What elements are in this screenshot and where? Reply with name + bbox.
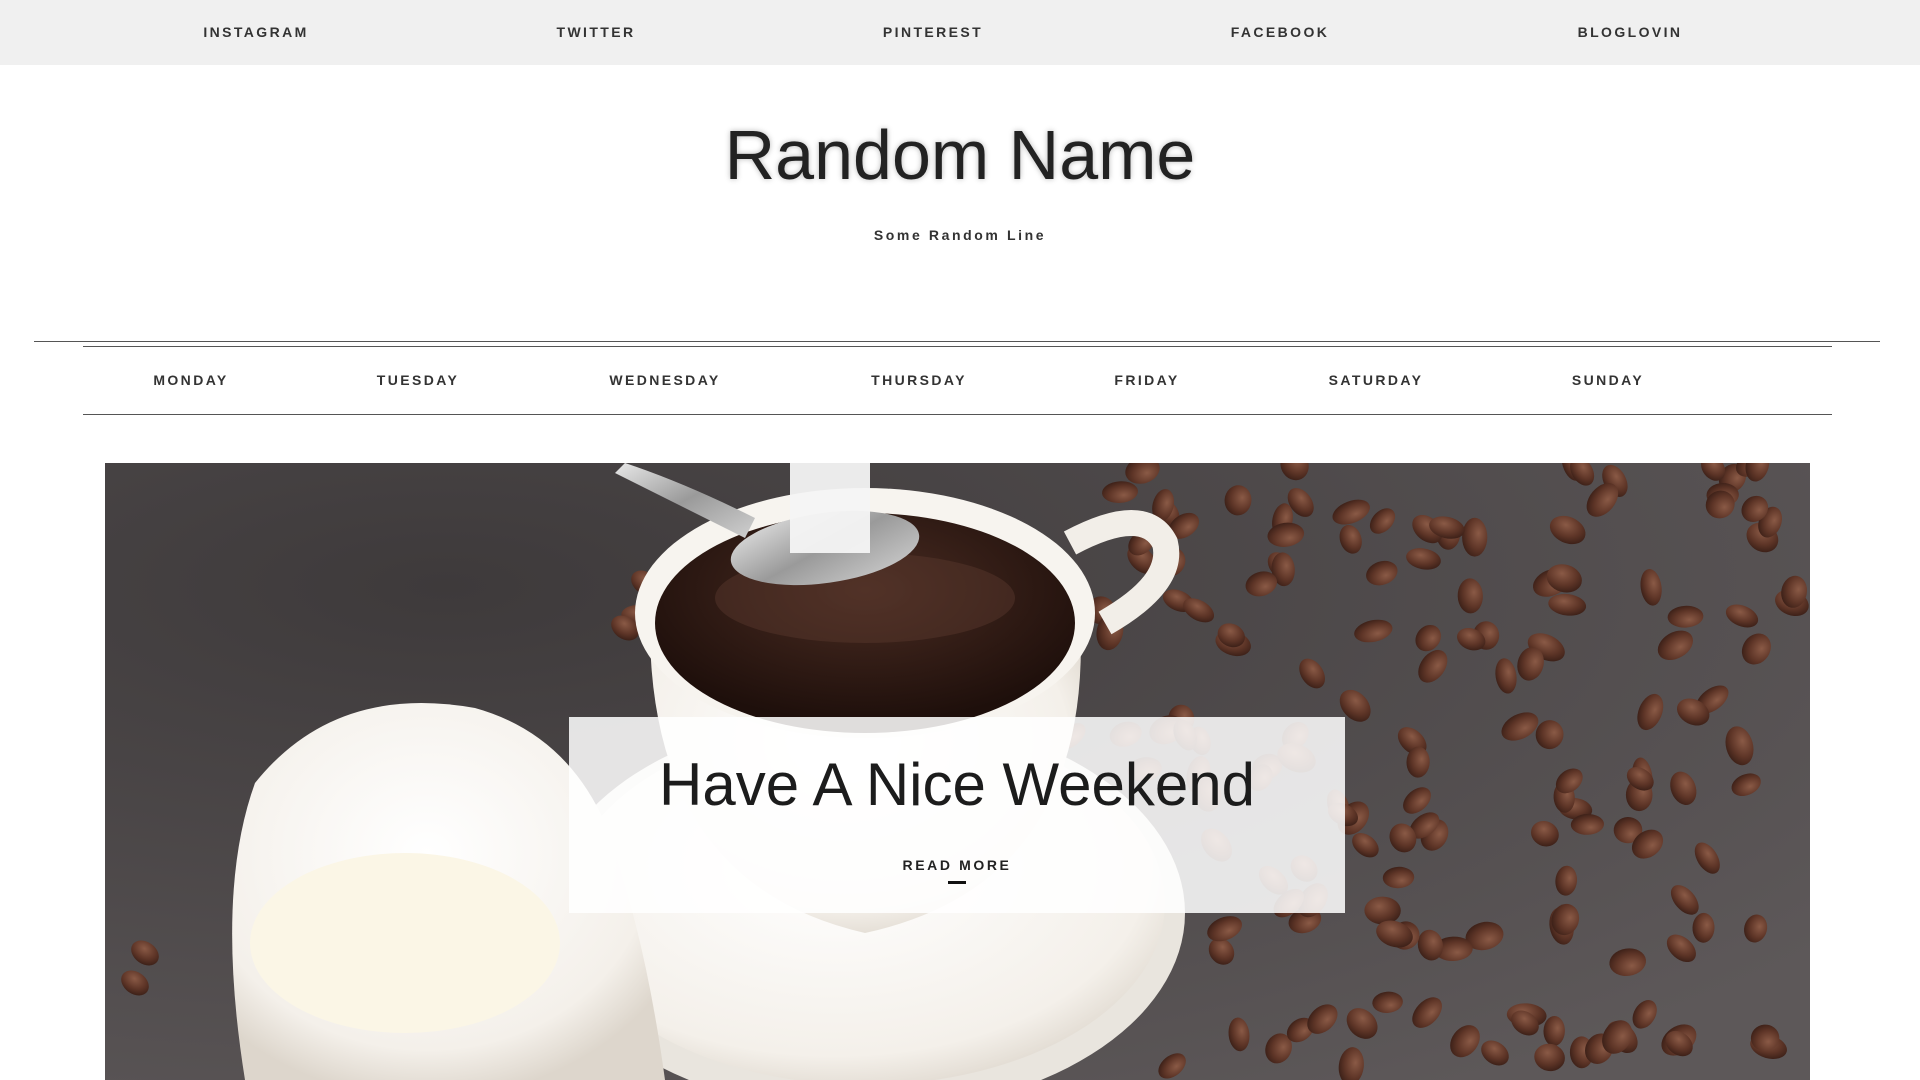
read-more-link[interactable]: READ MORE (569, 857, 1345, 873)
read-more-underline (948, 881, 966, 884)
nav-item-saturday[interactable]: SATURDAY (1329, 347, 1424, 413)
site-title[interactable]: Random Name (0, 112, 1920, 198)
social-link-instagram[interactable]: INSTAGRAM (203, 0, 308, 65)
social-link-pinterest[interactable]: PINTEREST (883, 0, 983, 65)
nav-item-monday[interactable]: MONDAY (153, 347, 228, 413)
social-link-bloglovin[interactable]: BLOGLOVIN (1578, 0, 1683, 65)
social-link-facebook[interactable]: FACEBOOK (1231, 0, 1330, 65)
day-nav: MONDAY TUESDAY WEDNESDAY THURSDAY FRIDAY… (83, 346, 1832, 415)
nav-item-wednesday[interactable]: WEDNESDAY (609, 347, 720, 413)
site-tagline: Some Random Line (873, 227, 1047, 243)
featured-post-card: Have A Nice Weekend READ MORE (569, 717, 1345, 913)
header-divider (34, 341, 1880, 342)
nav-item-friday[interactable]: FRIDAY (1114, 347, 1179, 413)
featured-post-image[interactable]: Have A Nice Weekend READ MORE (105, 463, 1810, 1080)
coffee-bean (1462, 517, 1488, 557)
nav-item-tuesday[interactable]: TUESDAY (377, 347, 459, 413)
social-link-twitter[interactable]: TWITTER (556, 0, 635, 65)
social-bar: INSTAGRAM TWITTER PINTEREST FACEBOOK BLO… (0, 0, 1920, 65)
nav-item-sunday[interactable]: SUNDAY (1572, 347, 1644, 413)
post-title[interactable]: Have A Nice Weekend (569, 749, 1345, 821)
nav-item-thursday[interactable]: THURSDAY (871, 347, 967, 413)
